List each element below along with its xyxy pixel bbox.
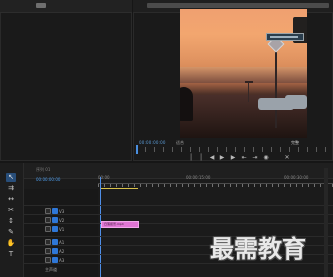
track-name: A3 bbox=[59, 258, 65, 263]
step-back-icon[interactable]: ◀ bbox=[209, 155, 215, 161]
track-lock-toggle[interactable] bbox=[45, 226, 51, 232]
parked-car bbox=[285, 95, 307, 109]
mark-in-icon[interactable]: │ bbox=[188, 155, 194, 161]
timeline-title: 序列 01 bbox=[36, 167, 51, 172]
wrench-icon[interactable]: ✕ bbox=[284, 155, 290, 161]
track-target-toggle[interactable] bbox=[52, 226, 58, 232]
track-name: V3 bbox=[59, 209, 65, 214]
track-name: A2 bbox=[59, 249, 65, 254]
ripple-edit-tool-icon[interactable]: ↔ bbox=[6, 195, 16, 204]
watermark-text: 最需教育 bbox=[210, 235, 306, 263]
lamp-top bbox=[245, 81, 253, 83]
ruler-label: 00:00:15:00 bbox=[186, 175, 211, 180]
extract-icon[interactable]: ⇥ bbox=[252, 155, 258, 161]
track-target-toggle[interactable] bbox=[52, 239, 58, 245]
track-name: 主声道 bbox=[45, 267, 57, 272]
slip-tool-icon[interactable]: ↕ bbox=[6, 217, 16, 226]
razor-tool-icon[interactable]: ✂ bbox=[6, 206, 16, 215]
track-name: V2 bbox=[59, 218, 65, 223]
track-select-tool-icon[interactable]: ⇉ bbox=[6, 184, 16, 193]
track-lock-toggle[interactable] bbox=[45, 217, 51, 223]
track-lock-toggle[interactable] bbox=[45, 257, 51, 263]
track-lock-toggle[interactable] bbox=[45, 239, 51, 245]
preview-overlay-label bbox=[266, 33, 304, 41]
ruler-ticks bbox=[98, 184, 333, 187]
timeline-clip[interactable]: 日落街景.mp4 bbox=[101, 221, 139, 228]
work-area-bar[interactable] bbox=[100, 188, 138, 189]
street-lamp bbox=[248, 82, 249, 102]
type-tool-icon[interactable]: T bbox=[6, 250, 16, 259]
selection-tool-icon[interactable]: ↖ bbox=[6, 173, 16, 182]
mark-out-icon[interactable]: │ bbox=[198, 155, 204, 161]
lift-icon[interactable]: ⇤ bbox=[241, 155, 247, 161]
track-target-toggle[interactable] bbox=[52, 248, 58, 254]
track-lock-toggle[interactable] bbox=[45, 248, 51, 254]
playback-controls: │ │ ◀ ▶ ▶ ⇤ ⇥ ◉ ✕ bbox=[188, 155, 296, 163]
track-lock-toggle[interactable] bbox=[45, 208, 51, 214]
sign-pole bbox=[275, 51, 277, 128]
ruler-label: 00:00:30:00 bbox=[284, 175, 309, 180]
program-tab[interactable] bbox=[147, 3, 329, 8]
track-target-toggle[interactable] bbox=[52, 208, 58, 214]
project-panel bbox=[0, 0, 132, 161]
timeline-ruler[interactable]: 00:00 00:00:15:00 00:00:30:00 bbox=[98, 175, 333, 188]
timeline-timecode[interactable]: 00:00:00:00 bbox=[36, 177, 60, 182]
resolution-dropdown[interactable]: 完整 bbox=[291, 140, 299, 146]
program-playhead[interactable] bbox=[136, 145, 138, 154]
sea-horizon bbox=[180, 67, 307, 83]
premiere-workspace: 00:00:00:00 适合 完整 │ │ ◀ ▶ ▶ ⇤ ⇥ ◉ ✕ ↖ ⇉ … bbox=[0, 0, 333, 277]
program-preview-image bbox=[180, 9, 307, 138]
project-panel-header bbox=[0, 0, 132, 13]
hand-tool-icon[interactable]: ✋ bbox=[6, 239, 16, 248]
camera-icon[interactable]: ◉ bbox=[263, 155, 269, 161]
step-forward-icon[interactable]: ▶ bbox=[230, 155, 236, 161]
play-icon[interactable]: ▶ bbox=[219, 155, 225, 161]
tools-panel: ↖ ⇉ ↔ ✂ ↕ ✎ ✋ T bbox=[0, 163, 24, 277]
track-name: A1 bbox=[59, 240, 65, 245]
pen-tool-icon[interactable]: ✎ bbox=[6, 228, 16, 237]
foreground-silhouette bbox=[180, 87, 193, 121]
program-timecode[interactable]: 00:00:00:00 bbox=[139, 140, 166, 145]
program-scrubber[interactable] bbox=[136, 147, 333, 152]
zoom-fit-dropdown[interactable]: 适合 bbox=[176, 140, 184, 146]
track-target-toggle[interactable] bbox=[52, 217, 58, 223]
track-name: V1 bbox=[59, 227, 65, 232]
track-target-toggle[interactable] bbox=[52, 257, 58, 263]
project-tab[interactable] bbox=[36, 3, 46, 8]
